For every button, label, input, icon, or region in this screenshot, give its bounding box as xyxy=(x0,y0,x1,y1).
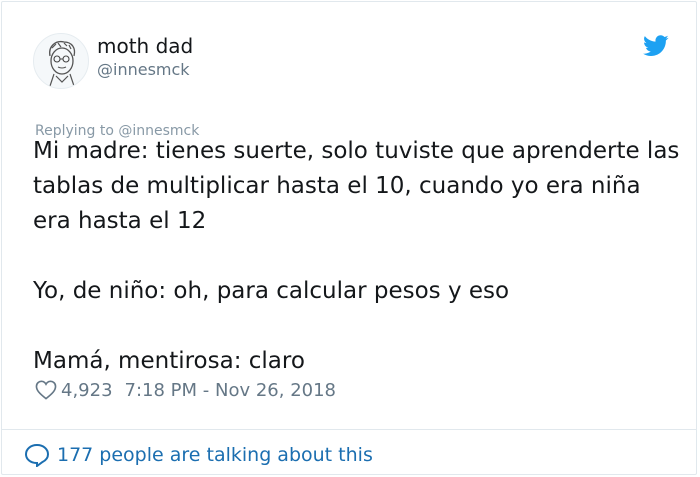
conversation-label[interactable]: 177 people are talking about this xyxy=(57,444,373,466)
tweet-paragraph: Mamá, mentirosa: claro xyxy=(33,348,305,374)
avatar-sketch-icon xyxy=(49,40,76,87)
tweet-card: moth dad @innesmck Replying to @innesmck… xyxy=(1,1,697,475)
conversation-link[interactable]: 177 people are talking about this xyxy=(24,442,373,468)
tweet-paragraph xyxy=(33,239,683,274)
tweet-paragraph xyxy=(33,309,683,344)
tweet-paragraph: Yo, de niño: oh, para calcular pesos y e… xyxy=(33,278,510,304)
tweet-timestamp[interactable]: 7:18 PM - Nov 26, 2018 xyxy=(125,380,336,401)
user-handle[interactable]: @innesmck xyxy=(97,60,190,80)
heart-icon[interactable] xyxy=(35,380,57,400)
tweet-paragraph: Mi madre: tienes suerte, solo tuviste qu… xyxy=(33,138,687,234)
divider xyxy=(2,429,696,430)
like-count[interactable]: 4,923 xyxy=(61,380,113,401)
avatar[interactable] xyxy=(33,33,89,89)
speech-bubble-icon xyxy=(24,443,50,467)
user-display-name[interactable]: moth dad xyxy=(97,33,193,59)
twitter-bird-icon[interactable] xyxy=(643,35,669,57)
tweet-text: Mi madre: tienes suerte, solo tuviste qu… xyxy=(33,134,683,379)
tweet-meta: 4,923 7:18 PM - Nov 26, 2018 xyxy=(35,378,336,402)
